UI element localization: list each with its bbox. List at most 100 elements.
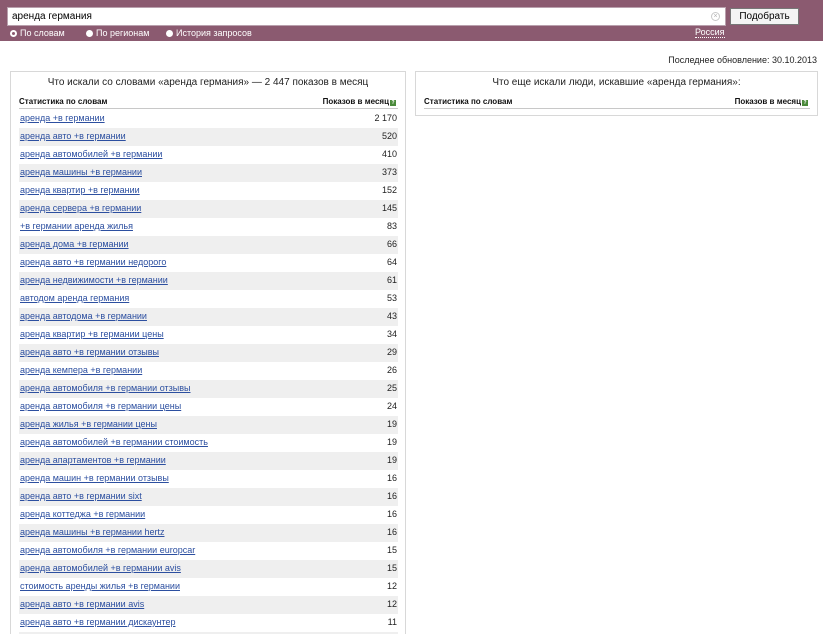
- clear-icon[interactable]: ×: [711, 12, 720, 21]
- table-row: аренда авто +в германии недорого 64: [19, 254, 398, 272]
- shows-count: 11: [387, 617, 397, 627]
- mode-label[interactable]: По регионам: [96, 28, 149, 38]
- keyword-link[interactable]: аренда авто +в германии sixt: [20, 491, 142, 501]
- table-row: аренда коттеджа +в германии 16: [19, 506, 398, 524]
- shows-count: 16: [386, 527, 397, 537]
- keyword-link[interactable]: аренда машины +в германии hertz: [20, 527, 164, 537]
- search-query-text[interactable]: аренда германия: [12, 11, 92, 22]
- keyword-link[interactable]: автодом аренда германия: [20, 293, 129, 303]
- mode-label[interactable]: История запросов: [176, 28, 252, 38]
- keyword-link[interactable]: стоимость аренды жилья +в германии: [20, 581, 180, 591]
- keyword-link[interactable]: аренда автомобилей +в германии: [20, 149, 162, 159]
- table-row: аренда машин +в германии отзывы 16: [19, 470, 398, 488]
- shows-count: 12: [386, 599, 397, 609]
- table-row: аренда автодома +в германии 43: [19, 308, 398, 326]
- shows-count: 83: [386, 221, 397, 231]
- keyword-link[interactable]: аренда квартир +в германии: [20, 185, 140, 195]
- radio-selected-icon[interactable]: [10, 30, 17, 37]
- keyword-link[interactable]: аренда жилья +в германии цены: [20, 419, 157, 429]
- shows-count: 19: [386, 437, 397, 447]
- keyword-link[interactable]: аренда недвижимости +в германии: [20, 275, 168, 285]
- panel-title: Что искали со словами «аренда германия» …: [47, 77, 369, 88]
- keyword-link[interactable]: аренда авто +в германии: [20, 131, 126, 141]
- table-row: аренда авто +в германии дискаунтер 11: [19, 614, 398, 632]
- keyword-link[interactable]: аренда сервера +в германии: [20, 203, 141, 213]
- shows-count: 66: [386, 239, 397, 249]
- keyword-stats-panel: Что искали со словами «аренда германия» …: [10, 71, 406, 634]
- shows-count: 26: [386, 365, 397, 375]
- table-row: аренда автомобилей +в германии стоимость…: [19, 434, 398, 452]
- keyword-link[interactable]: аренда машин +в германии отзывы: [20, 473, 169, 483]
- keyword-link[interactable]: аренда автомобиля +в германии europcar: [20, 545, 195, 555]
- search-bar: аренда германия × Подобрать По словам По…: [0, 0, 823, 41]
- keyword-table: аренда +в германии 2 170 аренда авто +в ге…: [19, 110, 398, 634]
- shows-count: 12: [386, 581, 397, 591]
- table-row: аренда авто +в германии 520: [19, 128, 398, 146]
- radio-icon[interactable]: [166, 30, 173, 37]
- shows-count: 520: [381, 131, 397, 141]
- shows-count: 410: [381, 149, 397, 159]
- keyword-link[interactable]: аренда авто +в германии avis: [20, 599, 144, 609]
- help-icon[interactable]: ?: [390, 100, 396, 106]
- keyword-link[interactable]: аренда автомобилей +в германии avis: [20, 563, 181, 573]
- last-update-text: Последнее обновление: 30.10.2013: [668, 55, 817, 65]
- table-row: +в германии аренда жилья 83: [19, 218, 398, 236]
- table-row: аренда авто +в германии sixt 16: [19, 488, 398, 506]
- shows-count: 15: [386, 563, 397, 573]
- pick-button[interactable]: Подобрать: [730, 8, 799, 25]
- keyword-link[interactable]: аренда автомобилей +в германии стоимость: [20, 437, 208, 447]
- keyword-link[interactable]: аренда авто +в германии недорого: [20, 257, 166, 267]
- keyword-link[interactable]: аренда автодома +в германии: [20, 311, 147, 321]
- keyword-link[interactable]: аренда коттеджа +в германии: [20, 509, 145, 519]
- table-row: аренда автомобилей +в германии avis 15: [19, 560, 398, 578]
- radio-icon[interactable]: [86, 30, 93, 37]
- table-row: аренда авто +в германии avis 12: [19, 596, 398, 614]
- column-header-shows-label: Показов в месяц: [734, 97, 801, 106]
- keyword-link[interactable]: аренда квартир +в германии цены: [20, 329, 164, 339]
- table-row: аренда автомобиля +в германии цены 24: [19, 398, 398, 416]
- keyword-link[interactable]: аренда машины +в германии: [20, 167, 142, 177]
- keyword-link[interactable]: аренда +в германии: [20, 113, 105, 123]
- shows-count: 15: [386, 545, 397, 555]
- shows-count: 53: [386, 293, 397, 303]
- table-row: аренда сервера +в германии 145: [19, 200, 398, 218]
- keyword-link[interactable]: аренда авто +в германии отзывы: [20, 347, 159, 357]
- shows-count: 16: [386, 491, 397, 501]
- header-divider: [424, 108, 810, 109]
- shows-count: 64: [386, 257, 397, 267]
- table-row: аренда дома +в германии 66: [19, 236, 398, 254]
- help-icon[interactable]: ?: [802, 100, 808, 106]
- mode-history[interactable]: История запросов: [166, 28, 252, 38]
- shows-count: 61: [386, 275, 397, 285]
- search-input[interactable]: аренда германия ×: [7, 7, 726, 26]
- shows-count: 152: [381, 185, 397, 195]
- keyword-link[interactable]: аренда дома +в германии: [20, 239, 129, 249]
- keyword-link[interactable]: +в германии аренда жилья: [20, 221, 133, 231]
- header-divider: [19, 108, 398, 109]
- shows-count: 43: [386, 311, 397, 321]
- table-row: аренда +в германии 2 170: [19, 110, 398, 128]
- table-row: аренда автомобиля +в германии europcar 15: [19, 542, 398, 560]
- table-row: аренда квартир +в германии цены 34: [19, 326, 398, 344]
- mode-by-words[interactable]: По словам: [10, 28, 65, 38]
- keyword-link[interactable]: аренда автомобиля +в германии отзывы: [20, 383, 191, 393]
- shows-count: 19: [386, 455, 397, 465]
- mode-label[interactable]: По словам: [20, 28, 65, 38]
- keyword-link[interactable]: аренда автомобиля +в германии цены: [20, 401, 181, 411]
- panel-title: Что еще искали люди, искавшие «аренда ге…: [492, 77, 741, 88]
- table-row: аренда автомобилей +в германии 410: [19, 146, 398, 164]
- shows-count: 25: [386, 383, 397, 393]
- table-row: аренда автомобиля +в германии отзывы 25: [19, 380, 398, 398]
- keyword-link[interactable]: аренда кемпера +в германии: [20, 365, 142, 375]
- keyword-link[interactable]: аренда авто +в германии дискаунтер: [20, 617, 176, 627]
- table-row: стоимость аренды жилья +в германии 12: [19, 578, 398, 596]
- shows-count: 145: [381, 203, 397, 213]
- mode-by-regions[interactable]: По регионам: [86, 28, 149, 38]
- shows-count: 16: [386, 509, 397, 519]
- shows-count: 29: [386, 347, 397, 357]
- region-selector[interactable]: Россия: [695, 27, 725, 38]
- shows-count: 34: [386, 329, 397, 339]
- table-row: аренда кемпера +в германии 26: [19, 362, 398, 380]
- table-row: аренда авто +в германии отзывы 29: [19, 344, 398, 362]
- keyword-link[interactable]: аренда апартаментов +в германии: [20, 455, 166, 465]
